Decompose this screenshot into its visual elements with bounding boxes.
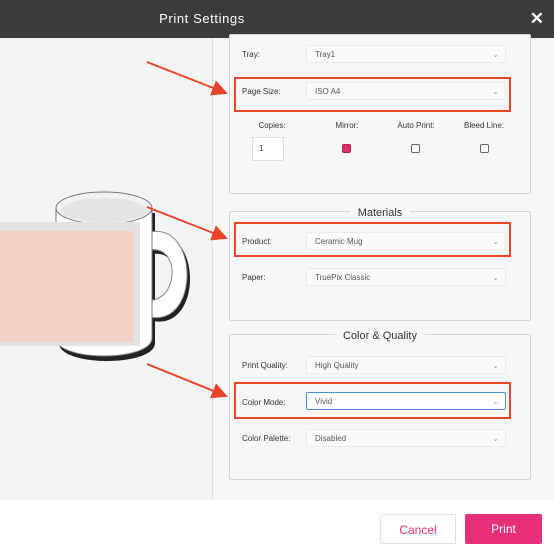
arrow-page-size	[146, 61, 228, 96]
arrow-color-mode	[146, 363, 228, 399]
cancel-button[interactable]: Cancel	[380, 514, 456, 544]
arrow-product	[146, 206, 228, 241]
print-button[interactable]: Print	[465, 514, 542, 544]
annotation-arrows	[146, 61, 228, 399]
